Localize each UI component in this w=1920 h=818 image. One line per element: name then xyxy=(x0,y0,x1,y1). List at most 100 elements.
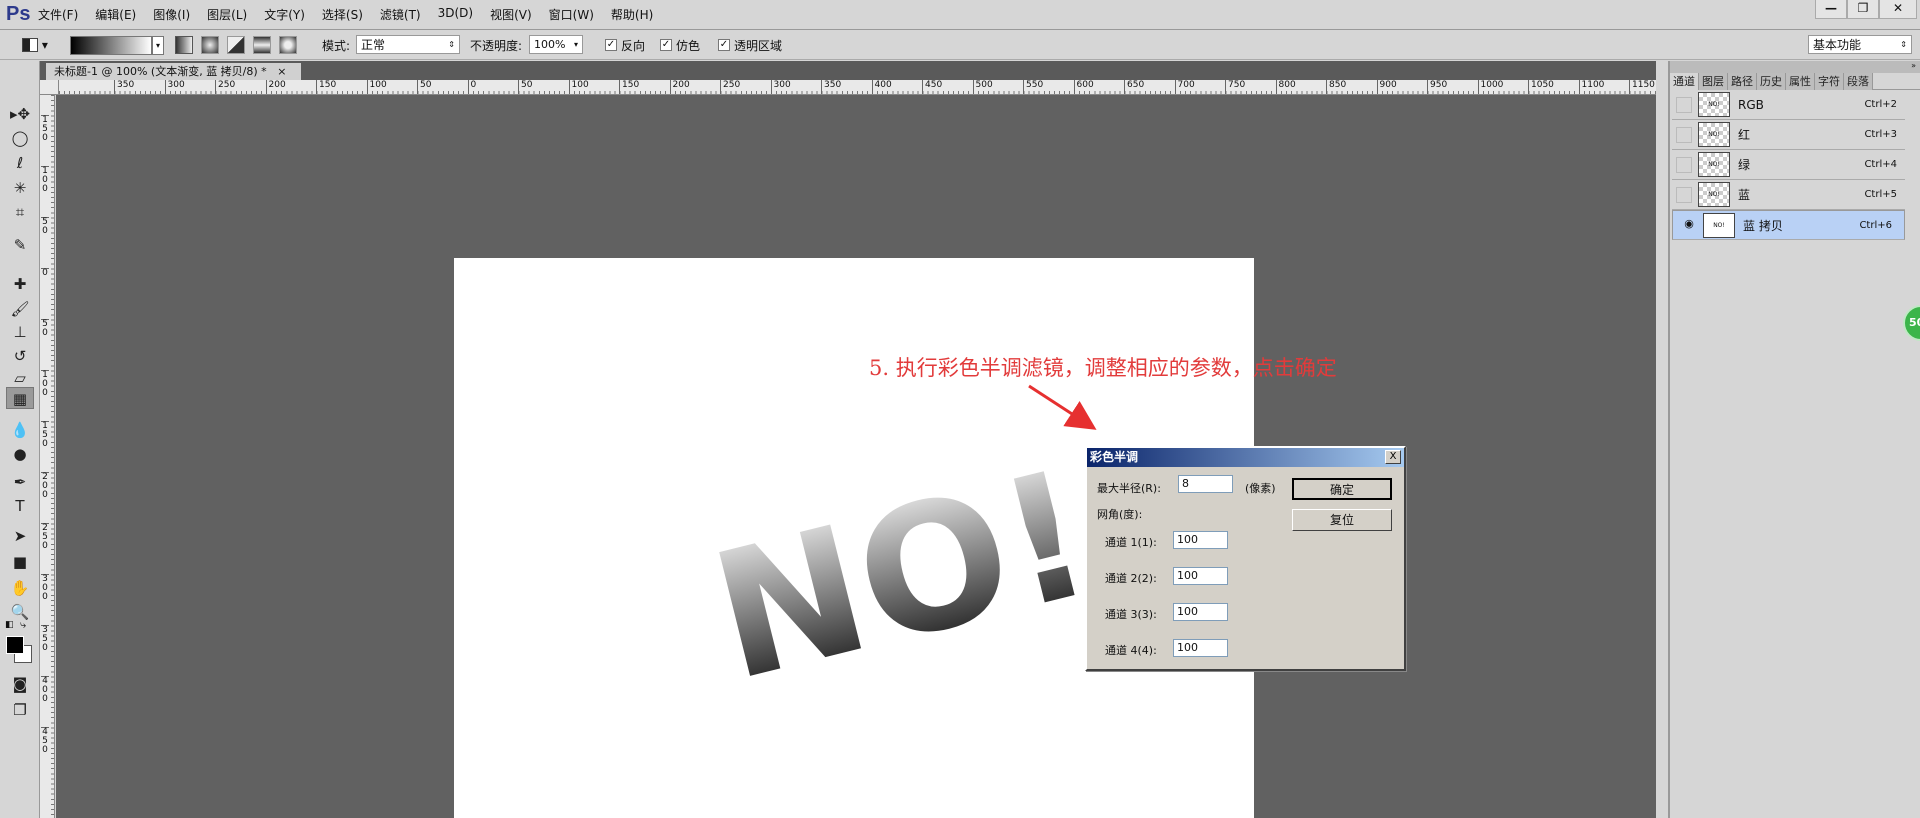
menu-item[interactable]: 3D(D) xyxy=(438,6,473,23)
visibility-eye-icon[interactable] xyxy=(1676,126,1692,143)
channel-angle-input[interactable]: 100 xyxy=(1173,567,1228,585)
channel-angle-input[interactable]: 100 xyxy=(1173,603,1228,621)
dodge-tool-icon[interactable]: ● xyxy=(6,443,34,465)
channel-row[interactable]: ◉ NO! 蓝 拷贝 Ctrl+6 xyxy=(1672,210,1905,240)
canvas-area: NO! xyxy=(56,95,1656,818)
menu-item[interactable]: 视图(V) xyxy=(490,6,532,23)
channel-angle-input[interactable]: 100 xyxy=(1173,531,1228,549)
hand-tool-icon[interactable]: ✋ xyxy=(6,577,34,599)
blur-tool-icon[interactable]: 💧 xyxy=(6,419,34,441)
menu-item[interactable]: 选择(S) xyxy=(322,6,363,23)
panel-tab[interactable]: 属性 xyxy=(1786,73,1815,90)
ruler-label: 1100 xyxy=(1578,80,1604,94)
document-tab[interactable]: 未标题-1 @ 100% (文本渐变, 蓝 拷贝/8) * × xyxy=(46,63,301,80)
marquee-tool-icon[interactable]: ◯ xyxy=(6,127,34,149)
clone-stamp-tool-icon[interactable]: ⊥ xyxy=(6,321,34,343)
ruler-label: 350 xyxy=(41,625,49,653)
radial-gradient-button[interactable] xyxy=(201,36,219,54)
magic-wand-tool-icon[interactable]: ✳ xyxy=(6,177,34,199)
angle-gradient-button[interactable] xyxy=(227,36,245,54)
mode-select[interactable]: 正常 ⇕ xyxy=(356,35,460,54)
dialog-close-button[interactable]: X xyxy=(1385,450,1401,464)
menu-item[interactable]: 图像(I) xyxy=(153,6,190,23)
opacity-input[interactable]: 100% ▾ xyxy=(529,35,583,54)
transparency-checkbox[interactable]: ✓ 透明区域 xyxy=(718,35,782,55)
lasso-tool-icon[interactable]: ℓ xyxy=(6,152,34,174)
panel-tab[interactable]: 段落 xyxy=(1844,73,1873,90)
channel-angle-input[interactable]: 100 xyxy=(1173,639,1228,657)
visibility-eye-icon[interactable] xyxy=(1676,156,1692,173)
channel-name: 红 xyxy=(1738,128,1751,142)
linear-gradient-button[interactable] xyxy=(175,36,193,54)
channel-shortcut: Ctrl+4 xyxy=(1864,159,1897,170)
screen-mode-icon[interactable]: ❐ xyxy=(6,699,34,721)
path-selection-tool-icon[interactable]: ➤ xyxy=(6,525,34,547)
ruler-label: 450 xyxy=(922,80,942,94)
tool-preset-picker[interactable]: ▾ xyxy=(22,35,48,55)
menu-item[interactable]: 图层(L) xyxy=(207,6,247,23)
ruler-label: 0 xyxy=(41,268,49,278)
ruler-label: 150 xyxy=(619,80,639,94)
dither-checkbox[interactable]: ✓ 仿色 xyxy=(660,35,700,55)
ruler-label: 100 xyxy=(41,166,49,194)
eyedropper-tool-icon[interactable]: ✎ xyxy=(6,234,34,256)
healing-brush-tool-icon[interactable]: ✚ xyxy=(6,273,34,295)
max-radius-input[interactable]: 8 xyxy=(1178,475,1233,493)
menu-item[interactable]: 编辑(E) xyxy=(95,6,136,23)
channel-shortcut: Ctrl+2 xyxy=(1864,99,1897,110)
move-tool-icon[interactable]: ▸✥ xyxy=(6,103,34,125)
quick-mask-icon[interactable]: ◙ xyxy=(6,673,34,695)
restore-button[interactable]: ❐ xyxy=(1847,0,1879,19)
gradient-picker[interactable]: ▾ xyxy=(70,35,164,55)
panel-tab[interactable]: 通道 xyxy=(1670,73,1699,90)
gradient-tool-icon[interactable]: ▦ xyxy=(6,387,34,409)
visibility-eye-icon[interactable] xyxy=(1676,96,1692,113)
history-brush-tool-icon[interactable]: ↺ xyxy=(6,345,34,367)
channel-row[interactable]: NO! 绿 Ctrl+4 xyxy=(1672,150,1905,180)
panel-tab[interactable]: 路径 xyxy=(1728,73,1757,90)
ruler-label: 400 xyxy=(871,80,892,94)
ruler-origin[interactable] xyxy=(40,80,59,95)
type-tool-icon[interactable]: T xyxy=(6,495,34,517)
pen-tool-icon[interactable]: ✒ xyxy=(6,471,34,493)
channel-row[interactable]: NO! 红 Ctrl+3 xyxy=(1672,120,1905,150)
vertical-ruler: 150 100 50 0 50 100 150 200 250 300 350 400 450 xyxy=(40,95,55,818)
diamond-gradient-button[interactable] xyxy=(279,36,297,54)
visibility-eye-icon[interactable] xyxy=(1676,186,1692,203)
close-tab-icon[interactable]: × xyxy=(277,65,286,78)
ruler-label: 100 xyxy=(41,370,49,398)
workspace-select[interactable]: 基本功能 ⇕ xyxy=(1808,35,1912,54)
panel-tab[interactable]: 字符 xyxy=(1815,73,1844,90)
channel-angle-label: 通道 3(3): xyxy=(1105,608,1157,621)
menu-item[interactable]: 窗口(W) xyxy=(549,6,594,23)
reflected-gradient-button[interactable] xyxy=(253,36,271,54)
channel-shortcut: Ctrl+3 xyxy=(1864,129,1897,140)
ruler-label: 350 xyxy=(114,80,134,94)
crop-tool-icon[interactable]: ⌗ xyxy=(6,201,34,223)
menu-item[interactable]: 文件(F) xyxy=(38,6,78,23)
channel-angle-label: 通道 4(4): xyxy=(1105,644,1157,657)
channel-thumbnail: NO! xyxy=(1698,122,1730,147)
panel-tab[interactable]: 历史 xyxy=(1757,73,1786,90)
menu-item[interactable]: 文字(Y) xyxy=(264,6,305,23)
ruler-label: 650 xyxy=(1124,80,1144,94)
channel-row[interactable]: NO! 蓝 Ctrl+5 xyxy=(1672,180,1905,210)
reverse-checkbox[interactable]: ✓ 反向 xyxy=(605,35,645,55)
default-colors-icon[interactable]: ◧ xyxy=(5,620,14,630)
foreground-color-swatch[interactable] xyxy=(6,636,24,654)
channel-name: 蓝 xyxy=(1738,188,1751,202)
rectangle-tool-icon[interactable]: ■ xyxy=(6,551,34,573)
channels-panel: » 通道 图层 路径 历史 属性 字符 段落 NO! RGB Ctrl+2 NO! 红 Ctrl+3 N… xyxy=(1668,61,1920,818)
swap-colors-icon[interactable]: ⤷ xyxy=(20,618,26,632)
menu-item[interactable]: 帮助(H) xyxy=(611,6,653,23)
menu-item[interactable]: 滤镜(T) xyxy=(380,6,421,23)
ok-button[interactable]: 确定 xyxy=(1292,478,1392,500)
eraser-tool-icon[interactable]: ▱ xyxy=(6,367,34,389)
minimize-button[interactable]: — xyxy=(1815,0,1847,19)
reset-button[interactable]: 复位 xyxy=(1292,509,1392,531)
brush-tool-icon[interactable]: 🖌 xyxy=(6,298,34,320)
close-window-button[interactable]: ✕ xyxy=(1879,0,1917,19)
visibility-eye-icon[interactable]: ◉ xyxy=(1681,217,1697,233)
channel-row[interactable]: NO! RGB Ctrl+2 xyxy=(1672,90,1905,120)
panel-tab[interactable]: 图层 xyxy=(1699,73,1728,90)
